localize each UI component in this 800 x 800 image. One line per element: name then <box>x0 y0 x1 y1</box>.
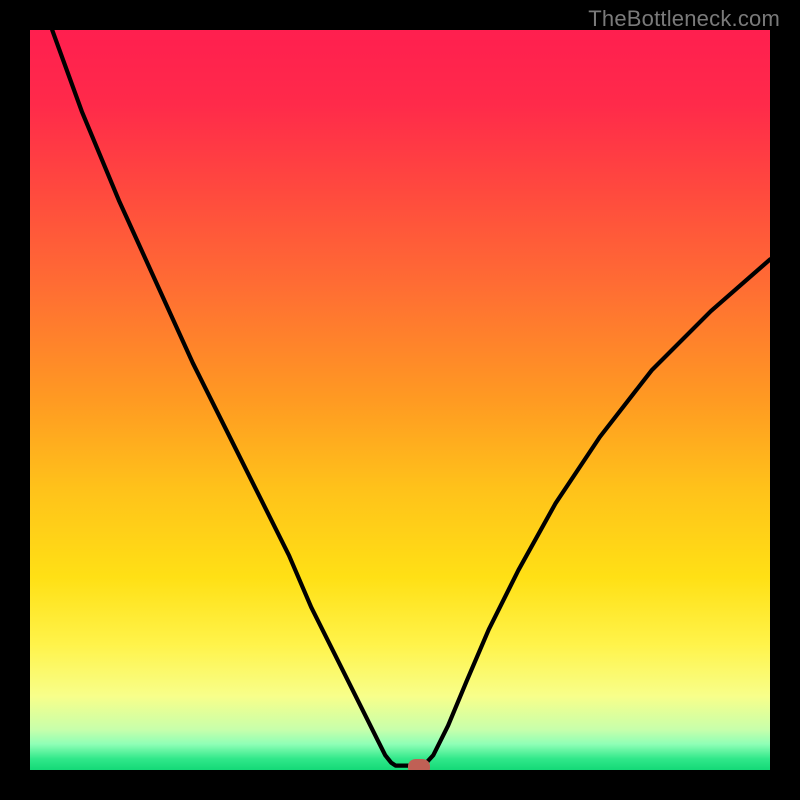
watermark-label: TheBottleneck.com <box>588 6 780 32</box>
plot-area <box>30 30 770 770</box>
bottleneck-curve <box>30 30 770 770</box>
optimum-marker <box>408 759 430 770</box>
chart-frame: TheBottleneck.com <box>0 0 800 800</box>
